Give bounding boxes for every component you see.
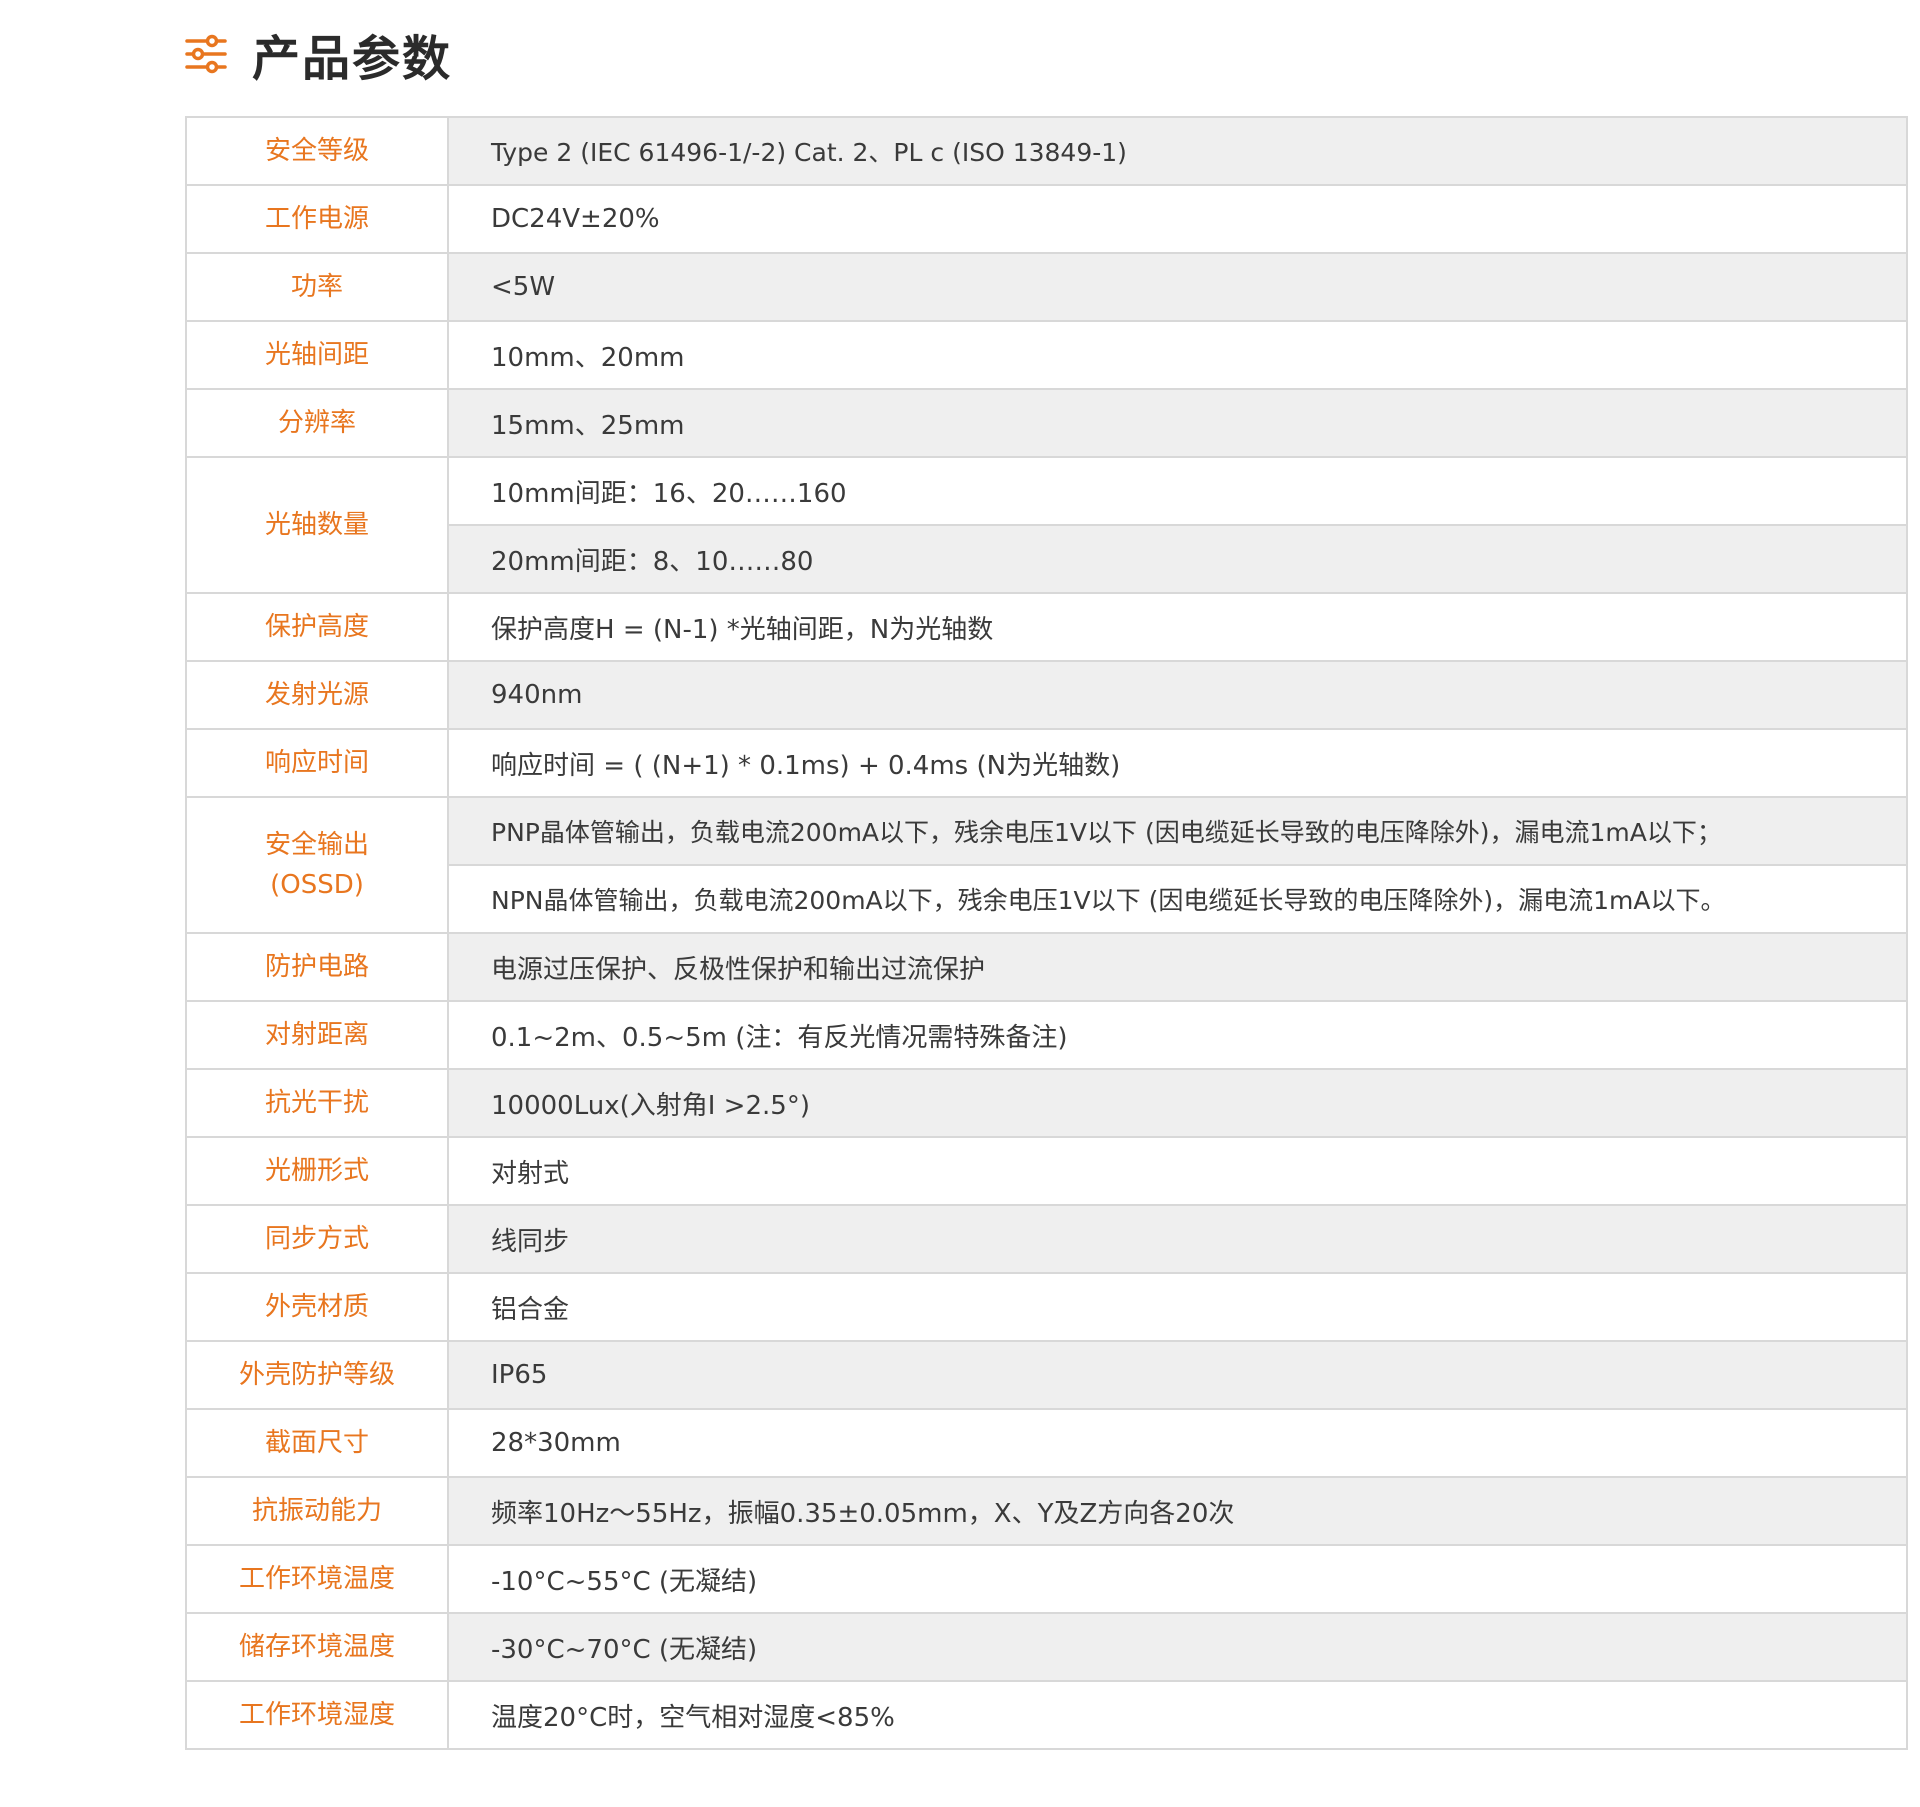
spec-value: 10mm、20mm [447, 320, 1908, 390]
table-row: 响应时间 响应时间 = ( (N+1) * 0.1ms) + 0.4ms (N为光… [185, 728, 1908, 798]
spec-value: 28*30mm [447, 1408, 1908, 1478]
spec-label: 安全等级 [185, 116, 449, 186]
spec-label: 截面尺寸 [185, 1408, 449, 1478]
table-row: 发射光源 940nm [185, 660, 1908, 730]
spec-label: 工作环境温度 [185, 1544, 449, 1614]
spec-label: 光轴数量 [185, 456, 449, 594]
spec-label: 外壳防护等级 [185, 1340, 449, 1410]
table-row: 抗光干扰 10000Lux(入射角I >2.5°) [185, 1068, 1908, 1138]
spec-value: DC24V±20% [447, 184, 1908, 254]
spec-value: 电源过压保护、反极性保护和输出过流保护 [447, 932, 1908, 1002]
spec-value: -30°C~70°C (无凝结) [447, 1612, 1908, 1682]
table-row: 光轴间距 10mm、20mm [185, 320, 1908, 390]
spec-label: 工作电源 [185, 184, 449, 254]
spec-table-body: 安全等级 Type 2 (IEC 61496-1/-2) Cat. 2、PL c … [185, 116, 1908, 1750]
spec-label: 保护高度 [185, 592, 449, 662]
spec-label: 功率 [185, 252, 449, 322]
spec-label: 外壳材质 [185, 1272, 449, 1342]
table-row: 外壳防护等级 IP65 [185, 1340, 1908, 1410]
table-row: 分辨率 15mm、25mm [185, 388, 1908, 458]
spec-value: 线同步 [447, 1204, 1908, 1274]
spec-value: -10°C~55°C (无凝结) [447, 1544, 1908, 1614]
spec-value: 10000Lux(入射角I >2.5°) [447, 1068, 1908, 1138]
spec-value: PNP晶体管输出，负载电流200mA以下，残余电压1V以下 (因电缆延长导致的电… [447, 796, 1908, 866]
spec-label: 安全输出 (OSSD) [185, 796, 449, 934]
table-row: 安全等级 Type 2 (IEC 61496-1/-2) Cat. 2、PL c … [185, 116, 1908, 186]
table-row: 外壳材质 铝合金 [185, 1272, 1908, 1342]
page-title: 产品参数 [252, 31, 453, 87]
table-row: 工作环境湿度 温度20°C时，空气相对湿度<85% [185, 1680, 1908, 1750]
spec-value: 15mm、25mm [447, 388, 1908, 458]
sliders-icon [185, 34, 227, 74]
table-row: 对射距离 0.1~2m、0.5~5m (注：有反光情况需特殊备注) [185, 1000, 1908, 1070]
spec-value: NPN晶体管输出，负载电流200mA以下，残余电压1V以下 (因电缆延长导致的电… [447, 864, 1908, 934]
table-row: 安全输出 (OSSD) PNP晶体管输出，负载电流200mA以下，残余电压1V以下… [185, 796, 1908, 934]
spec-label: 光轴间距 [185, 320, 449, 390]
table-row: 防护电路 电源过压保护、反极性保护和输出过流保护 [185, 932, 1908, 1002]
spec-label: 同步方式 [185, 1204, 449, 1274]
spec-value: 频率10Hz～55Hz，振幅0.35±0.05mm，X、Y及Z方向各20次 [447, 1476, 1908, 1546]
table-row: 工作电源 DC24V±20% [185, 184, 1908, 254]
spec-value: IP65 [447, 1340, 1908, 1410]
section-header: 产品参数 [184, 22, 453, 87]
spec-value: 温度20°C时，空气相对湿度<85% [447, 1680, 1908, 1750]
spec-value: <5W [447, 252, 1908, 322]
spec-label: 抗光干扰 [185, 1068, 449, 1138]
spec-label: 光栅形式 [185, 1136, 449, 1206]
spec-label: 防护电路 [185, 932, 449, 1002]
table-row: 光轴数量 10mm间距：16、20……160 [185, 456, 1908, 594]
spec-value: 对射式 [447, 1136, 1908, 1206]
spec-label: 储存环境温度 [185, 1612, 449, 1682]
table-row: 光栅形式 对射式 [185, 1136, 1908, 1206]
spec-table: 安全等级 Type 2 (IEC 61496-1/-2) Cat. 2、PL c … [185, 116, 1908, 1750]
spec-value: 20mm间距：8、10……80 [447, 524, 1908, 594]
table-row: 抗振动能力 频率10Hz～55Hz，振幅0.35±0.05mm，X、Y及Z方向各2… [185, 1476, 1908, 1546]
spec-label: 对射距离 [185, 1000, 449, 1070]
spec-value: Type 2 (IEC 61496-1/-2) Cat. 2、PL c (ISO… [447, 116, 1908, 186]
spec-label: 响应时间 [185, 728, 449, 798]
table-row: 储存环境温度 -30°C~70°C (无凝结) [185, 1612, 1908, 1682]
spec-value: 10mm间距：16、20……160 [447, 456, 1908, 526]
spec-value: 响应时间 = ( (N+1) * 0.1ms) + 0.4ms (N为光轴数) [447, 728, 1908, 798]
spec-label: 工作环境湿度 [185, 1680, 449, 1750]
table-row: 功率 <5W [185, 252, 1908, 322]
spec-value: 940nm [447, 660, 1908, 730]
table-row: 工作环境温度 -10°C~55°C (无凝结) [185, 1544, 1908, 1614]
spec-value: 铝合金 [447, 1272, 1908, 1342]
spec-label: 分辨率 [185, 388, 449, 458]
spec-value: 0.1~2m、0.5~5m (注：有反光情况需特殊备注) [447, 1000, 1908, 1070]
table-row: 截面尺寸 28*30mm [185, 1408, 1908, 1478]
spec-label: 抗振动能力 [185, 1476, 449, 1546]
spec-label: 发射光源 [185, 660, 449, 730]
table-row: 同步方式 线同步 [185, 1204, 1908, 1274]
spec-value: 保护高度H = (N-1) *光轴间距，N为光轴数 [447, 592, 1908, 662]
table-row: 保护高度 保护高度H = (N-1) *光轴间距，N为光轴数 [185, 592, 1908, 662]
